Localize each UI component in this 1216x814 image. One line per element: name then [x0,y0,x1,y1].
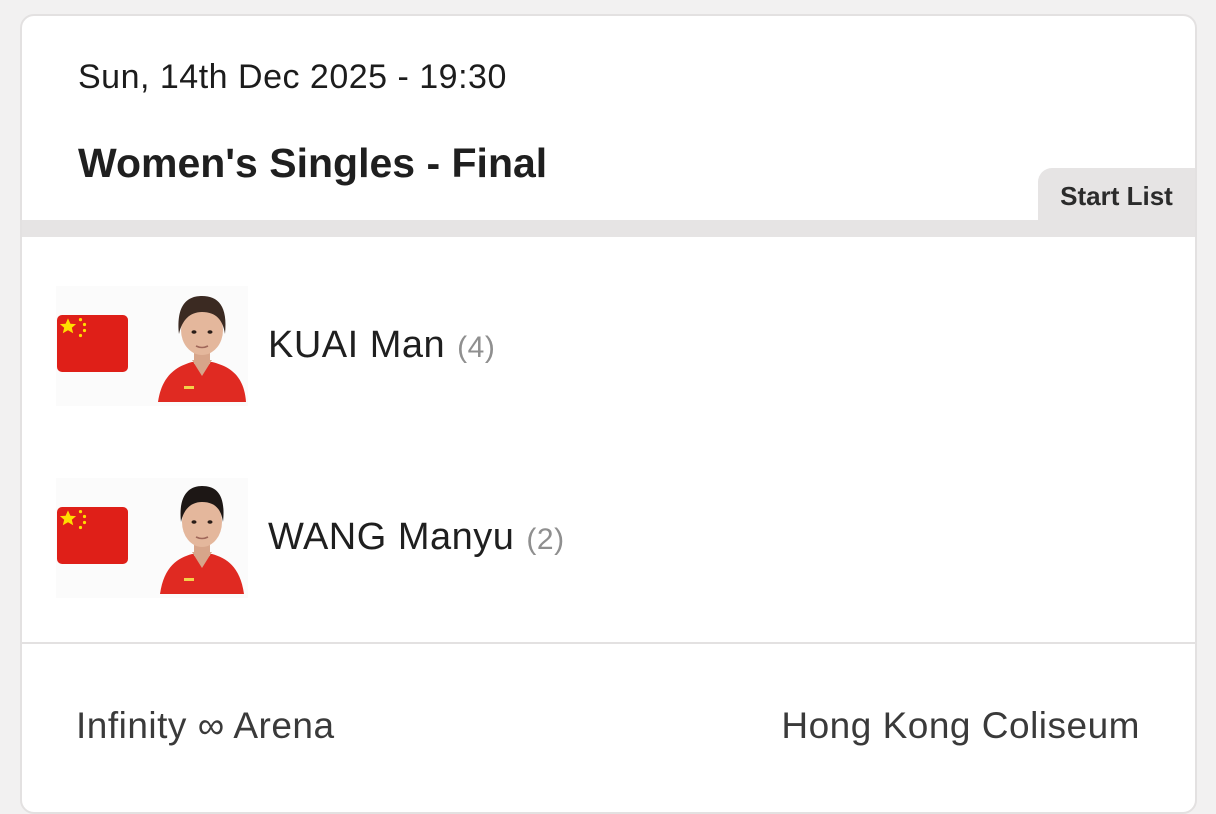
player-name[interactable]: KUAI Man (4) [268,324,495,367]
venue-location: Hong Kong Coliseum [781,705,1140,746]
tab-strip [22,220,1195,237]
match-datetime: Sun, 14th Dec 2025 - 19:30 [78,58,507,96]
footer-divider [22,642,1195,644]
player-seed: (4) [457,331,496,364]
china-flag-icon [57,507,128,564]
player-avatar [154,290,250,402]
player-row[interactable]: KUAI Man (4) [22,286,1195,406]
tab-start-list[interactable]: Start List [1038,168,1195,224]
player-seed: (2) [526,523,565,556]
player-avatar [154,482,250,594]
player-name-text: WANG Manyu [268,516,515,558]
venue-arena: Infinity ∞ Arena [76,705,335,746]
player-name[interactable]: WANG Manyu (2) [268,516,565,559]
player-name-text: KUAI Man [268,324,446,366]
player-row[interactable]: WANG Manyu (2) [22,478,1195,598]
event-title: Women's Singles - Final [78,140,548,186]
match-card[interactable]: Sun, 14th Dec 2025 - 19:30 Women's Singl… [20,14,1197,814]
china-flag-icon [57,315,128,372]
